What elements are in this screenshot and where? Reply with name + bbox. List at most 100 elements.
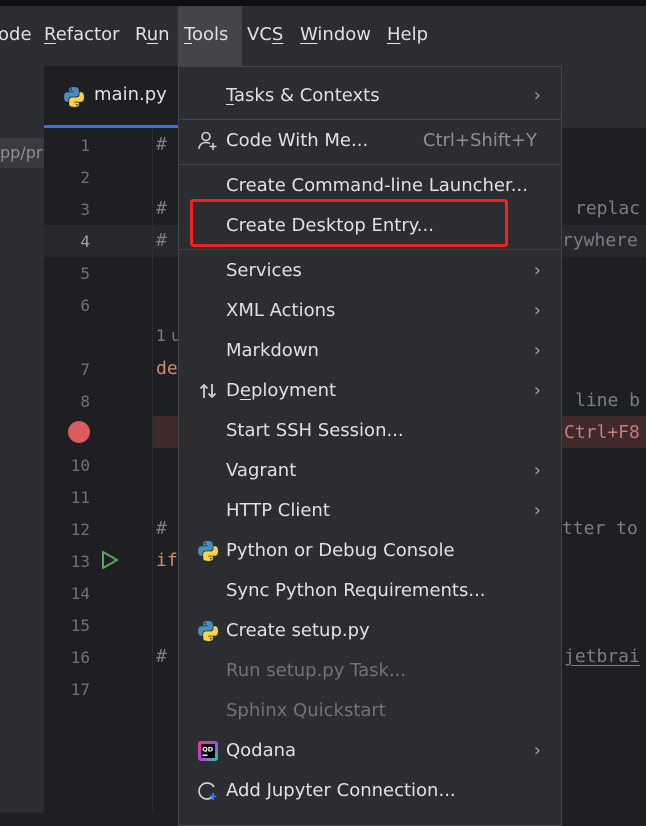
- menu-item-start-ssh-session[interactable]: Start SSH Session...: [179, 411, 561, 451]
- line-number: 4: [80, 232, 90, 251]
- line-number: 11: [70, 488, 90, 507]
- menu-run[interactable]: Run: [135, 23, 170, 47]
- menu-item-code-with-me[interactable]: Code With Me... Ctrl+Shift+Y: [179, 121, 561, 161]
- code-comment: #: [156, 646, 167, 667]
- code-comment: #: [156, 518, 167, 539]
- menu-vcs-mnemonic: S: [271, 24, 284, 45]
- menu-run-mnemonic: u: [146, 24, 159, 45]
- code-link-jetbrains[interactable]: jetbrai: [564, 646, 640, 667]
- code-comment: #: [156, 198, 167, 219]
- menu-window-mnemonic: W: [300, 24, 318, 45]
- menu-item-label: Markdown: [226, 340, 319, 361]
- mnemonic: e: [239, 380, 251, 401]
- menu-item-label: Run setup.py Task...: [226, 660, 407, 681]
- project-path-label[interactable]: pp/pr: [0, 138, 44, 168]
- code-fragment-replace: replac: [575, 198, 641, 219]
- code-fragment-tter-to: tter to: [562, 518, 638, 539]
- menu-item-xml-actions[interactable]: XML Actions ›: [179, 291, 561, 331]
- chevron-right-icon: ›: [533, 460, 541, 481]
- menu-item-label: Add Jupyter Connection...: [226, 780, 456, 801]
- menu-item-tasks-contexts[interactable]: Tasks & Contexts ›: [179, 76, 561, 116]
- menu-item-qodana[interactable]: QD Qodana ›: [179, 731, 561, 771]
- line-number: 2: [80, 168, 90, 187]
- annotation-highlight-box: [190, 199, 508, 247]
- menu-separator: [179, 249, 561, 250]
- menu-item-label: Tasks & Contexts: [226, 84, 380, 108]
- menu-item-label: HTTP Client: [226, 500, 330, 521]
- chevron-right-icon: ›: [533, 260, 541, 281]
- python-icon: [64, 87, 84, 107]
- menu-help-rest: elp: [400, 24, 429, 45]
- menu-item-label: Services: [226, 260, 302, 281]
- menu-tools-mnemonic: T: [184, 24, 192, 45]
- menu-separator: [179, 164, 561, 165]
- breakpoint-icon[interactable]: [68, 421, 90, 443]
- menu-tools[interactable]: Tools: [184, 23, 228, 47]
- menu-item-markdown[interactable]: Markdown ›: [179, 331, 561, 371]
- menu-window[interactable]: Window: [300, 23, 371, 47]
- menu-item-label: Python or Debug Console: [226, 540, 455, 561]
- mnemonic: T: [226, 85, 235, 106]
- code-fragment-line-b: line b: [575, 390, 641, 411]
- code-fragment-everywhere: rywhere: [562, 230, 638, 251]
- menu-item-label: Vagrant: [226, 460, 297, 481]
- menu-window-rest: indow: [317, 24, 371, 45]
- tools-dropdown-menu: Tasks & Contexts › Code With Me... Ctrl+…: [178, 66, 562, 826]
- code-comment: #: [156, 230, 167, 251]
- menu-item-label: Code With Me...: [226, 130, 369, 151]
- menu-item-sync-python-requirements[interactable]: Sync Python Requirements...: [179, 571, 561, 611]
- menu-item-services[interactable]: Services ›: [179, 251, 561, 291]
- code-comment: #: [156, 134, 167, 155]
- chevron-right-icon: ›: [533, 380, 541, 401]
- line-number: 16: [70, 648, 90, 667]
- line-number: 17: [70, 680, 90, 699]
- line-number: 15: [70, 616, 90, 635]
- menu-item-deployment[interactable]: Deployment ›: [179, 371, 561, 411]
- menu-item-vagrant[interactable]: Vagrant ›: [179, 451, 561, 491]
- label-first: D: [226, 380, 240, 401]
- menu-help-mnemonic: H: [387, 24, 401, 45]
- line-number: 5: [80, 264, 90, 283]
- python-icon: [198, 541, 218, 561]
- menu-run-rest: n: [158, 24, 170, 45]
- menu-item-sphinx-quickstart: Sphinx Quickstart: [179, 691, 561, 731]
- left-tool-strip: [0, 66, 44, 813]
- python-icon: [198, 621, 218, 641]
- line-number: 1: [80, 136, 90, 155]
- chevron-right-icon: ›: [533, 500, 541, 521]
- menu-item-label: Sync Python Requirements...: [226, 580, 486, 601]
- menu-item-add-jupyter-connection[interactable]: Add Jupyter Connection...: [179, 771, 561, 811]
- chevron-right-icon: ›: [533, 85, 541, 106]
- chevron-right-icon: ›: [533, 300, 541, 321]
- person-add-icon: [198, 131, 217, 150]
- line-number: 6: [80, 296, 90, 315]
- menu-refactor-mnemonic: R: [44, 24, 56, 45]
- menu-refactor[interactable]: Refactor: [44, 23, 120, 47]
- menu-code[interactable]: ode: [0, 23, 32, 47]
- label-rest: asks & Contexts: [234, 85, 380, 106]
- run-gutter-icon[interactable]: [100, 550, 120, 570]
- chevron-right-icon: ›: [533, 340, 541, 361]
- menu-item-http-client[interactable]: HTTP Client ›: [179, 491, 561, 531]
- menu-run-first: R: [135, 24, 147, 45]
- menu-item-label: XML Actions: [226, 300, 336, 321]
- code-fragment-ctrl-f8: Ctrl+F8: [564, 422, 640, 443]
- menu-tools-rest: ools: [191, 24, 229, 45]
- menu-item-create-setup-py[interactable]: Create setup.py: [179, 611, 561, 651]
- line-number: 7: [80, 360, 90, 379]
- line-number: 10: [70, 456, 90, 475]
- menu-item-label: Start SSH Session...: [226, 420, 404, 441]
- label-rest: ployment: [250, 380, 337, 401]
- tab-label: main.py: [94, 84, 167, 105]
- menu-item-label: Qodana: [226, 740, 297, 761]
- line-number: 13: [70, 552, 90, 571]
- code-keyword-if: if: [156, 550, 178, 571]
- line-number: 14: [70, 584, 90, 603]
- chevron-right-icon: ›: [533, 740, 541, 761]
- menu-item-run-setup-py-task: Run setup.py Task...: [179, 651, 561, 691]
- menu-vcs[interactable]: VCS: [247, 23, 283, 47]
- menu-help[interactable]: Help: [387, 23, 428, 47]
- menu-item-python-debug-console[interactable]: Python or Debug Console: [179, 531, 561, 571]
- menu-item-label: Create setup.py: [226, 620, 370, 641]
- menu-refactor-rest: efactor: [55, 24, 120, 45]
